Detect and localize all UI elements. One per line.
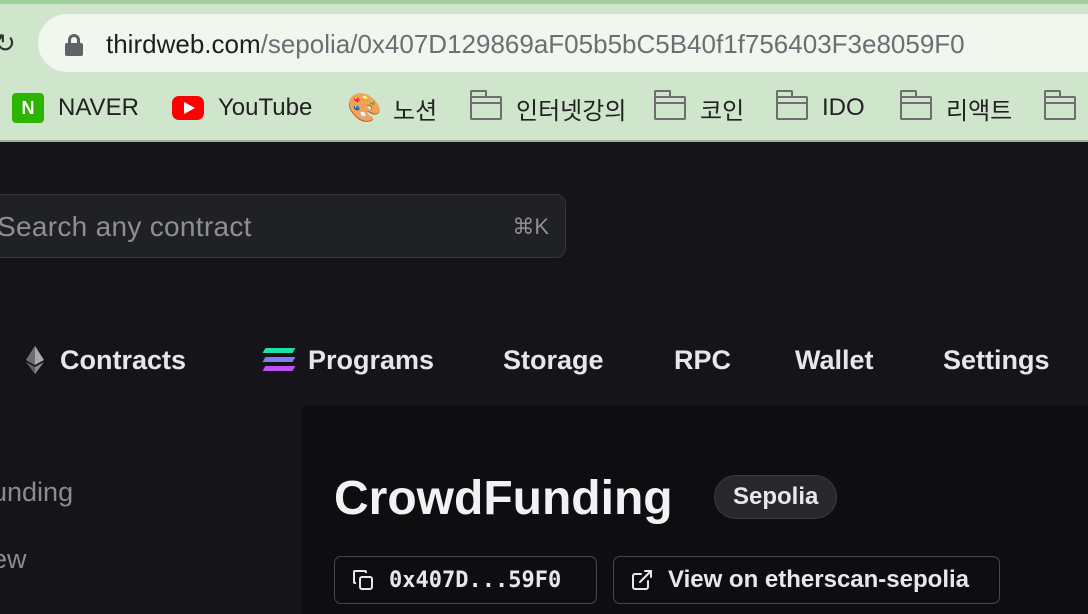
naver-icon: N [12, 93, 44, 123]
contract-search-input[interactable]: Search any contract ⌘K [0, 194, 566, 258]
contract-address: 0x407D...59F0 [389, 567, 562, 593]
lock-icon[interactable] [64, 34, 84, 56]
bookmark-label: 리액트 [946, 97, 1013, 125]
nav-label: Storage [503, 344, 604, 375]
nav-item-programs[interactable]: Programs [262, 330, 435, 390]
bookmark-label: 인터넷강의 [516, 97, 627, 125]
reload-icon[interactable]: ↻ [0, 24, 16, 64]
copy-icon [353, 570, 373, 590]
folder-icon [775, 90, 808, 120]
url-path: /sepolia/0x407D129869aF05b5bC5B40f1f7564… [260, 29, 965, 59]
browser-chrome: ↻ thirdweb.com/sepolia/0x407D129869aF05b… [0, 0, 1088, 142]
nav-item-contracts[interactable]: Contracts [24, 330, 186, 390]
folder-icon [1043, 90, 1076, 120]
nav-item-settings[interactable]: Settings [943, 330, 1050, 390]
url-text[interactable]: thirdweb.com/sepolia/0x407D129869aF05b5b… [106, 26, 965, 62]
bookmark-label: IDO [822, 94, 865, 121]
bookmark-label: 노션 [393, 97, 438, 125]
nav-item-storage[interactable]: Storage [503, 330, 604, 390]
bookmark-folder-more[interactable] [1043, 86, 1076, 130]
nav-label: RPC [674, 344, 732, 375]
bookmark-label: 코인 [700, 97, 745, 125]
copy-address-button[interactable]: 0x407D...59F0 [334, 556, 597, 604]
contract-main-panel: CrowdFunding Sepolia 0x407D...59F0 View … [302, 406, 1088, 614]
nav-label: Settings [943, 344, 1050, 375]
sidebar: unding ew [0, 406, 302, 614]
folder-icon [899, 90, 932, 120]
nav-item-wallet[interactable]: Wallet [795, 330, 874, 390]
external-link-icon [632, 570, 652, 590]
search-placeholder: Search any contract [0, 211, 252, 242]
palette-icon: 🎨 [347, 92, 382, 123]
contract-title: CrowdFunding [334, 472, 673, 525]
bookmark-folder-react[interactable]: 리액트 [899, 86, 1013, 130]
bookmark-naver[interactable]: N NAVER [12, 86, 139, 130]
folder-icon [469, 90, 502, 120]
bookmark-label: YouTube [218, 94, 313, 121]
youtube-icon [172, 96, 204, 120]
search-shortcut-hint: ⌘K [512, 214, 549, 239]
view-on-explorer-button[interactable]: View on etherscan-sepolia [613, 556, 1000, 604]
explorer-link-label: View on etherscan-sepolia [668, 566, 969, 593]
bookmark-folder-ido[interactable]: IDO [775, 86, 865, 130]
bookmark-folder-lectures[interactable]: 인터넷강의 [469, 86, 627, 130]
main-nav: Contracts Programs Storage RPC Wallet Se… [0, 330, 1088, 390]
bookmark-folder-coin[interactable]: 코인 [653, 86, 745, 130]
chrome-divider [0, 140, 1088, 142]
nav-item-rpc[interactable]: RPC [674, 330, 731, 390]
bookmark-label: NAVER [58, 94, 139, 121]
bookmarks-bar: N NAVER YouTube 🎨 노션 인터넷강의 코인 IDO 리액트 [0, 86, 1088, 130]
folder-icon [653, 90, 686, 120]
nav-label: Contracts [60, 344, 187, 375]
bookmark-youtube[interactable]: YouTube [172, 86, 312, 130]
bookmark-notion[interactable]: 🎨 노션 [347, 86, 437, 130]
sidebar-item-overview[interactable]: ew [0, 541, 27, 577]
network-badge: Sepolia [714, 475, 838, 519]
nav-label: Programs [308, 344, 435, 375]
url-host: thirdweb.com [106, 29, 261, 59]
solana-icon [262, 348, 296, 372]
sidebar-item-crowdfunding[interactable]: unding [0, 474, 73, 510]
nav-label: Wallet [795, 344, 874, 375]
ethereum-icon [26, 346, 44, 374]
